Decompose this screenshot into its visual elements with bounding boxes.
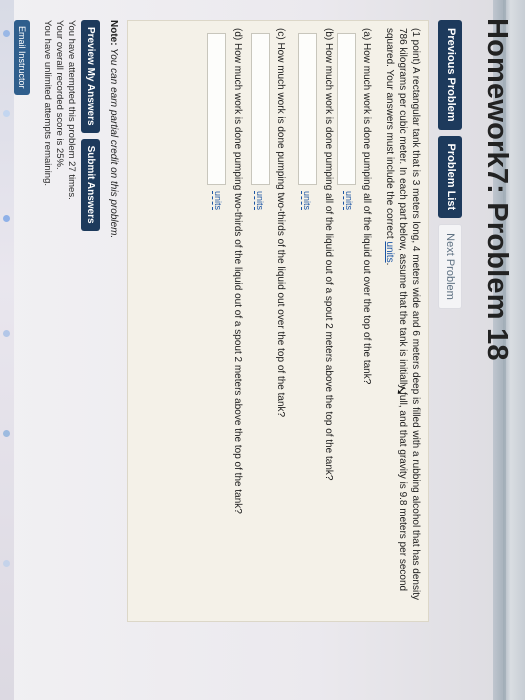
units-c-link[interactable]: units <box>254 191 265 211</box>
page-title: Homework7: Problem 18 <box>481 18 513 361</box>
note-label: Note: <box>108 20 119 46</box>
email-instructor-button[interactable]: Email Instructor <box>14 20 30 95</box>
answer-d-input[interactable] <box>207 33 226 185</box>
answer-c-input[interactable] <box>251 33 270 185</box>
note-text: You can earn partial credit on this prob… <box>108 45 119 239</box>
question-a: (a) How much work is done pumping all of… <box>361 28 372 385</box>
question-b: (b) How much work is done pumping all of… <box>323 28 334 481</box>
question-c: (c) How much work is done pumping two-th… <box>275 28 286 418</box>
problem-list-button[interactable]: Problem List <box>438 135 462 219</box>
problem-statement: (1 point) A rectangular tank that is 3 m… <box>383 28 422 608</box>
previous-problem-button[interactable]: Previous Problem <box>438 20 462 130</box>
problem-nav: Previous Problem Problem List Next Probl… <box>438 20 462 309</box>
units-a-link[interactable]: units <box>343 191 354 211</box>
units-link[interactable]: units <box>384 241 395 262</box>
partial-credit-note: Note: You can earn partial credit on thi… <box>108 20 119 238</box>
attempts-text: You have attempted this problem 27 times… <box>66 20 77 200</box>
webwork-page: Homework7: Problem 18 Previous Problem P… <box>0 0 525 700</box>
answer-a-input[interactable] <box>337 33 356 185</box>
problem-text: (1 point) A rectangular tank that is 3 m… <box>384 28 421 600</box>
units-b-link[interactable]: units <box>301 191 312 211</box>
answer-b-input[interactable] <box>298 33 317 185</box>
score-text: Your overall recorded score is 25%. <box>54 20 65 170</box>
question-d: (d) How much work is done pumping two-th… <box>232 28 243 514</box>
answer-actions: Preview My Answers Submit Answers <box>81 20 100 231</box>
next-problem-button[interactable]: Next Problem <box>438 224 462 309</box>
submit-answers-button[interactable]: Submit Answers <box>81 138 100 231</box>
problem-text-end: . <box>384 262 395 266</box>
problem-panel: (1 point) A rectangular tank that is 3 m… <box>127 20 429 622</box>
mouse-cursor-icon: ➘ <box>394 385 409 396</box>
remaining-text: You have unlimited attempts remaining. <box>42 20 53 186</box>
preview-answers-button[interactable]: Preview My Answers <box>81 20 100 133</box>
units-d-link[interactable]: units <box>212 191 223 211</box>
photo-background: Homework7: Problem 18 Previous Problem P… <box>0 0 525 700</box>
attempt-status: You have attempted this problem 27 times… <box>41 20 77 200</box>
